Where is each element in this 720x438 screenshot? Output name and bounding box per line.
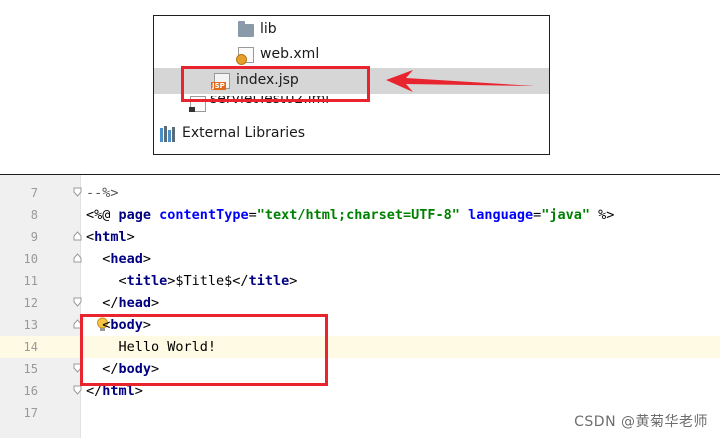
fold-end-icon[interactable] — [73, 297, 82, 307]
code-line[interactable]: 12 </head> — [0, 292, 720, 314]
line-number: 7 — [30, 186, 38, 200]
code-line[interactable]: 10 <head> — [0, 248, 720, 270]
code-text: <head> — [86, 251, 152, 267]
fold-start-icon[interactable] — [73, 231, 82, 241]
arrow-to-index-jsp — [386, 70, 535, 92]
code-line[interactable]: 8 <%@ page contentType="text/html;charse… — [0, 204, 720, 226]
line-number: 16 — [23, 384, 38, 398]
line-number: 9 — [30, 230, 38, 244]
code-line[interactable]: 11 <title>$Title$</title> — [0, 270, 720, 292]
line-number: 15 — [23, 362, 38, 376]
fold-end-icon[interactable] — [73, 385, 82, 395]
code-text: <title>$Title$</title> — [86, 273, 298, 289]
line-number: 17 — [23, 406, 38, 420]
line-number: 8 — [30, 208, 38, 222]
fold-end-icon[interactable] — [73, 187, 82, 197]
line-number: 11 — [23, 274, 38, 288]
code-text: <%@ page contentType="text/html;charset=… — [86, 207, 615, 223]
line-number: 12 — [23, 296, 38, 310]
code-editor[interactable]: 7 --%> 8 <%@ page contentType="text/html… — [0, 174, 720, 438]
watermark: CSDN @黄菊华老师 — [574, 414, 708, 430]
line-number: 14 — [23, 340, 38, 354]
code-line[interactable]: 9 <html> — [0, 226, 720, 248]
fold-start-icon[interactable] — [73, 253, 82, 263]
code-text: <html> — [86, 229, 135, 245]
code-line[interactable]: 7 --%> — [0, 182, 720, 204]
code-text: --%> — [86, 185, 119, 201]
code-text: </head> — [86, 295, 160, 311]
highlight-box-body — [80, 314, 328, 386]
line-number: 13 — [23, 318, 38, 332]
line-number: 10 — [23, 252, 38, 266]
